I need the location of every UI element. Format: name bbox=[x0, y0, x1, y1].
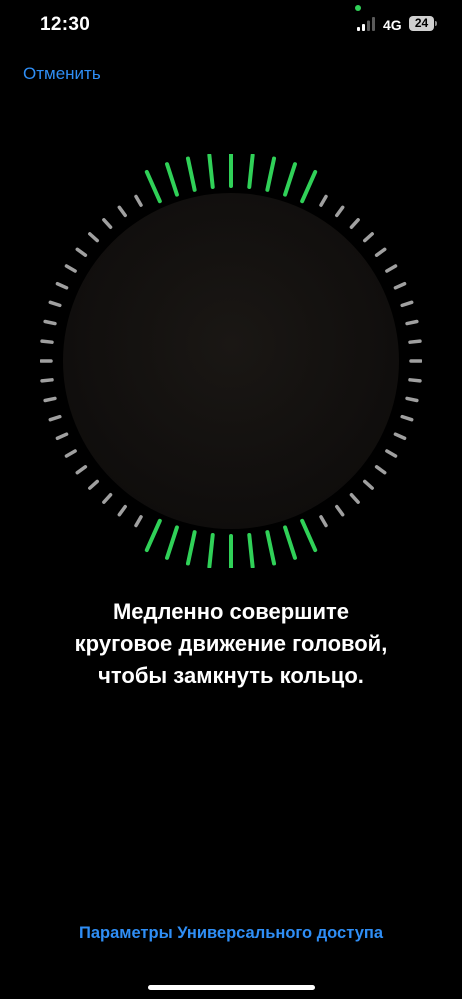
status-bar: 12:30 4G 24 bbox=[0, 0, 462, 50]
progress-tick-complete bbox=[207, 533, 215, 568]
accessibility-options-link[interactable]: Параметры Универсального доступа bbox=[0, 924, 462, 943]
progress-tick-pending bbox=[102, 218, 113, 229]
network-type-label: 4G bbox=[383, 17, 402, 33]
progress-tick-pending bbox=[319, 515, 328, 528]
privacy-indicator-dot bbox=[355, 5, 361, 11]
progress-tick-pending bbox=[385, 264, 398, 273]
progress-tick-pending bbox=[48, 300, 62, 308]
progress-tick-pending bbox=[75, 465, 88, 475]
progress-tick-pending bbox=[88, 479, 99, 490]
battery-level: 24 bbox=[409, 16, 434, 31]
status-time: 12:30 bbox=[40, 14, 91, 35]
progress-tick-pending bbox=[408, 339, 422, 344]
progress-tick-pending bbox=[117, 205, 127, 218]
progress-tick-pending bbox=[335, 504, 345, 517]
progress-tick-complete bbox=[265, 156, 277, 192]
progress-tick-complete bbox=[283, 162, 297, 197]
progress-tick-pending bbox=[349, 493, 360, 504]
progress-tick-pending bbox=[363, 479, 374, 490]
progress-tick-pending bbox=[55, 432, 69, 441]
progress-tick-pending bbox=[405, 396, 419, 403]
progress-tick-pending bbox=[393, 281, 407, 290]
progress-tick-pending bbox=[48, 414, 62, 422]
progress-tick-pending bbox=[319, 194, 328, 207]
progress-tick-complete bbox=[165, 162, 179, 197]
progress-tick-pending bbox=[374, 247, 387, 257]
progress-tick-pending bbox=[349, 218, 360, 229]
progress-tick-pending bbox=[134, 515, 143, 528]
progress-tick-complete bbox=[185, 530, 197, 566]
progress-tick-complete bbox=[144, 169, 162, 204]
progress-tick-pending bbox=[393, 432, 407, 441]
progress-tick-complete bbox=[265, 530, 277, 566]
home-indicator bbox=[148, 985, 315, 990]
camera-preview-circle bbox=[63, 193, 399, 529]
progress-tick-pending bbox=[400, 300, 414, 308]
progress-tick-pending bbox=[134, 194, 143, 207]
progress-tick-pending bbox=[335, 205, 345, 218]
progress-tick-pending bbox=[64, 264, 77, 273]
progress-tick-complete bbox=[185, 156, 197, 192]
progress-tick-pending bbox=[40, 378, 54, 383]
progress-tick-pending bbox=[374, 465, 387, 475]
progress-tick-complete bbox=[247, 154, 255, 189]
progress-tick-pending bbox=[88, 232, 99, 243]
progress-tick-pending bbox=[405, 319, 419, 326]
progress-tick-pending bbox=[64, 449, 77, 458]
progress-tick-complete bbox=[144, 518, 162, 553]
progress-tick-pending bbox=[55, 281, 69, 290]
battery-cap bbox=[435, 21, 437, 26]
progress-tick-pending bbox=[408, 378, 422, 383]
cancel-button[interactable]: Отменить bbox=[23, 64, 101, 84]
progress-tick-complete bbox=[165, 525, 179, 560]
progress-tick-complete bbox=[247, 533, 255, 568]
progress-tick-pending bbox=[363, 232, 374, 243]
progress-tick-pending bbox=[40, 339, 54, 344]
progress-tick-pending bbox=[43, 396, 57, 403]
progress-tick-pending bbox=[75, 247, 88, 257]
progress-tick-pending bbox=[102, 493, 113, 504]
progress-tick-complete bbox=[300, 518, 318, 553]
progress-tick-complete bbox=[300, 169, 318, 204]
progress-tick-pending bbox=[117, 504, 127, 517]
progress-tick-complete bbox=[283, 525, 297, 560]
battery-icon: 24 bbox=[409, 16, 438, 33]
signal-bars-icon bbox=[357, 17, 375, 31]
progress-tick-pending bbox=[43, 319, 57, 326]
instruction-text: Медленно совершите круговое движение гол… bbox=[74, 599, 388, 688]
progress-tick-pending bbox=[385, 449, 398, 458]
progress-tick-complete bbox=[207, 154, 215, 189]
progress-tick-pending bbox=[400, 414, 414, 422]
face-scan-ring bbox=[40, 154, 422, 568]
